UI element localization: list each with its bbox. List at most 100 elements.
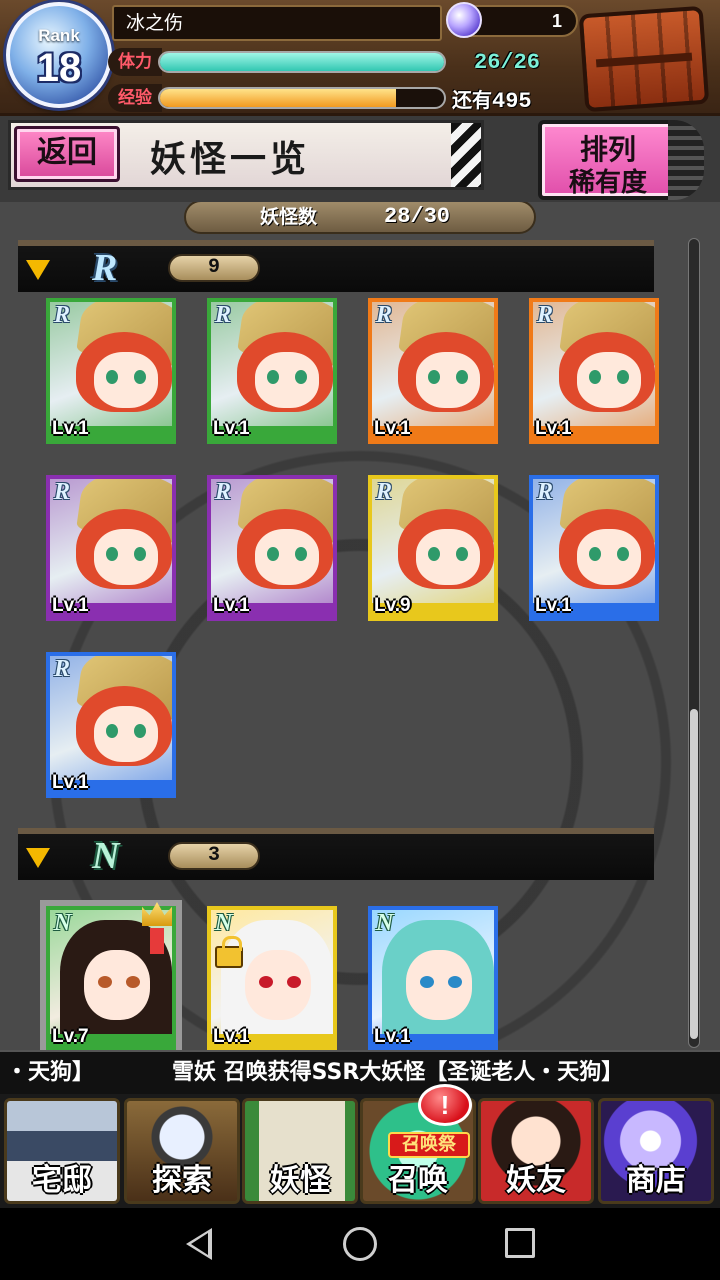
card-level: Lv.1	[374, 418, 411, 439]
yokai-count-label: 妖怪数	[260, 206, 318, 228]
yokai-card[interactable]: R Lv.1	[46, 298, 176, 444]
triangle-down-icon	[26, 260, 50, 280]
nav-shop-label: 商店	[626, 1163, 686, 1198]
back-triangle-icon[interactable]	[186, 1228, 212, 1260]
crystal-orb-icon	[446, 2, 482, 38]
home-circle-icon[interactable]	[343, 1227, 377, 1261]
card-level: Lv.1	[213, 418, 250, 439]
exp-remaining: 还有495	[452, 84, 532, 114]
scroll-thumb[interactable]	[690, 709, 698, 1039]
rank-label: Rank	[38, 26, 80, 45]
nav-explore-label: 探索	[152, 1163, 212, 1198]
yokai-card[interactable]: N Lv.1	[207, 906, 337, 1050]
portrait-eye	[428, 547, 440, 561]
nav-explore[interactable]: 探索	[124, 1098, 240, 1204]
rarity-badge: R	[376, 302, 393, 328]
nav-home-label: 宅邸	[32, 1163, 92, 1198]
treasure-chest-icon[interactable]	[578, 5, 710, 113]
card-level: Lv.1	[52, 418, 89, 439]
portrait-eye	[106, 370, 118, 384]
nav-shop[interactable]: 商店	[598, 1098, 714, 1204]
card-level: Lv.1	[213, 1026, 250, 1047]
stamina-bar: 体力	[108, 48, 446, 76]
portrait-eye	[106, 547, 118, 561]
system-nav-bar	[0, 1208, 720, 1280]
rank-value: 18	[36, 46, 82, 90]
yokai-card[interactable]: R Lv.1	[529, 475, 659, 621]
portrait-eye	[295, 547, 307, 561]
portrait-face	[416, 529, 480, 585]
exp-remaining-value: 495	[492, 89, 532, 114]
portrait-eye	[287, 976, 301, 988]
card-level: Lv.1	[52, 595, 89, 616]
portrait-face	[94, 529, 158, 585]
rarity-badge: N	[376, 910, 394, 936]
nav-friends-label: 妖友	[506, 1163, 566, 1198]
rarity-label: N	[92, 835, 120, 877]
portrait-eye	[259, 976, 273, 988]
rarity-badge: N	[215, 910, 233, 936]
nav-friends[interactable]: 妖友	[478, 1098, 594, 1204]
portrait-eye	[589, 370, 601, 384]
rarity-badge: R	[54, 302, 71, 328]
sort-button[interactable]: 排列 稀有度	[538, 120, 678, 200]
card-level: Lv.7	[52, 1026, 89, 1047]
yokai-card[interactable]: R Lv.1	[207, 475, 337, 621]
card-level: Lv.1	[52, 772, 89, 793]
portrait-eye	[267, 547, 279, 561]
player-name: 冰之伤	[112, 5, 442, 41]
rarity-badge: R	[376, 479, 393, 505]
stamina-value: 26/26	[474, 50, 541, 75]
section-header-r[interactable]: R 9	[18, 240, 654, 292]
title-stripes	[451, 123, 481, 187]
nav-home[interactable]: 宅邸	[4, 1098, 120, 1204]
portrait-eye	[267, 370, 279, 384]
portrait-eye	[98, 976, 112, 988]
summon-festival-tag: 召唤祭	[388, 1132, 470, 1158]
yokai-count-value: 28/30	[384, 204, 451, 229]
ticker-text-a: ・天狗】	[6, 1060, 95, 1085]
yokai-card[interactable]: R Lv.9	[368, 475, 498, 621]
recent-apps-square-icon[interactable]	[505, 1228, 535, 1258]
yokai-card[interactable]: R Lv.1	[46, 475, 176, 621]
portrait-face	[94, 706, 158, 762]
portrait-eye	[617, 547, 629, 561]
portrait-eye	[617, 370, 629, 384]
rarity-label: R	[92, 247, 118, 289]
exp-label: 经验	[108, 84, 162, 112]
card-level: Lv.1	[213, 595, 250, 616]
portrait-eye	[420, 976, 434, 988]
rank-badge[interactable]: Rank 18	[6, 2, 112, 108]
list-scrollbar[interactable]	[688, 238, 700, 1048]
back-button[interactable]: 返回	[14, 126, 120, 182]
rarity-badge: R	[537, 302, 554, 328]
rarity-badge: N	[54, 910, 72, 936]
sort-mode-label: 稀有度	[568, 168, 647, 198]
portrait-eye	[456, 370, 468, 384]
yokai-card[interactable]: R Lv.1	[529, 298, 659, 444]
yokai-list[interactable]: 妖怪数 28/30 R 9 R Lv.1 R Lv.1 R Lv.1 R Lv.1 R Lv.1 R…	[0, 202, 720, 1050]
yokai-card[interactable]: N Lv.1	[368, 906, 498, 1050]
exp-bar: 经验	[108, 84, 446, 112]
portrait-face	[406, 950, 472, 1020]
section-count: 9	[168, 254, 260, 282]
rarity-badge: R	[215, 479, 232, 505]
portrait-eye	[126, 976, 140, 988]
page-title: 妖怪一览	[150, 138, 311, 180]
stamina-fill	[160, 53, 444, 71]
portrait-face	[255, 529, 319, 585]
card-level: Lv.1	[535, 595, 572, 616]
rarity-badge: R	[54, 656, 71, 682]
ticker-text-b: 雪妖 召唤获得SSR大妖怪【圣诞老人・天狗】	[172, 1060, 624, 1085]
yokai-card[interactable]: R Lv.1	[368, 298, 498, 444]
portrait-eye	[589, 547, 601, 561]
section-header-n[interactable]: N 3	[18, 828, 654, 880]
portrait-face	[94, 352, 158, 408]
yokai-card[interactable]: R Lv.1	[46, 652, 176, 798]
portrait-face	[255, 352, 319, 408]
portrait-face	[577, 352, 641, 408]
exp-remaining-prefix: 还有	[452, 88, 492, 112]
yokai-count: 妖怪数 28/30	[184, 202, 536, 234]
nav-yokai[interactable]: 妖怪	[242, 1098, 358, 1204]
yokai-card[interactable]: R Lv.1	[207, 298, 337, 444]
